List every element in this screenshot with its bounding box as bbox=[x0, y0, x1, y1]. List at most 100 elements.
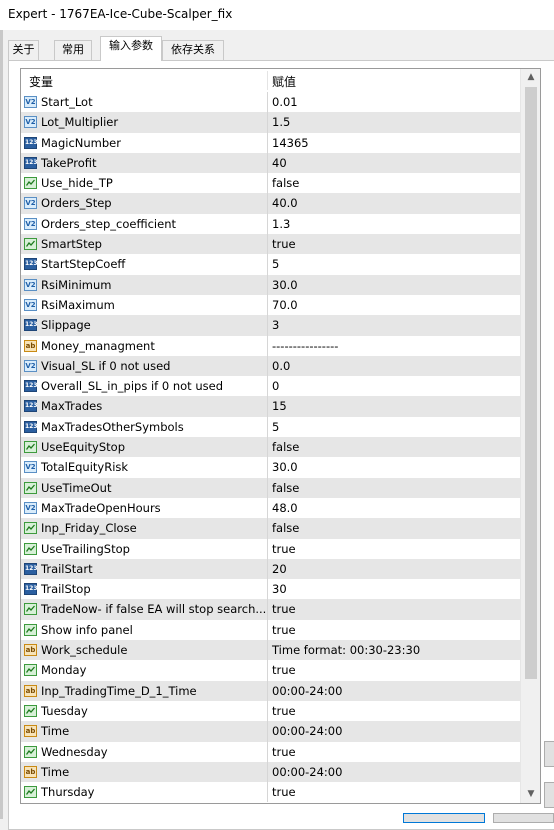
tab-inputs[interactable]: 输入参数 bbox=[100, 36, 162, 61]
param-row[interactable]: V2 Visual_SL if 0 not used 0.0 bbox=[21, 355, 521, 377]
param-value[interactable]: true bbox=[272, 742, 296, 762]
param-value[interactable]: 00:00-24:00 bbox=[272, 721, 342, 741]
column-divider bbox=[267, 558, 268, 580]
param-row[interactable]: UseTrailingStop true bbox=[21, 538, 521, 559]
param-row[interactable]: Inp_Friday_Close false bbox=[21, 518, 521, 539]
tab-dependencies[interactable]: 依存关系 bbox=[162, 40, 224, 60]
param-value[interactable]: false bbox=[272, 437, 299, 457]
param-value[interactable]: 00:00-24:00 bbox=[272, 681, 342, 701]
param-value[interactable]: 00:00-24:00 bbox=[272, 762, 342, 782]
param-value[interactable]: ---------------- bbox=[272, 336, 338, 356]
param-value[interactable]: false bbox=[272, 478, 299, 498]
header-variable[interactable]: 变量 bbox=[29, 73, 53, 90]
param-row[interactable]: V2 Orders_Step 40.0 bbox=[21, 193, 521, 214]
param-row[interactable]: V2 TotalEquityRisk 30.0 bbox=[21, 457, 521, 478]
param-value[interactable]: 3 bbox=[272, 315, 279, 335]
param-value[interactable]: true bbox=[272, 660, 296, 680]
param-row[interactable]: UseEquityStop false bbox=[21, 437, 521, 458]
param-name: MaxTrades bbox=[41, 399, 103, 414]
param-row[interactable]: Monday true bbox=[21, 660, 521, 681]
param-name: TradeNow- if false EA will stop search..… bbox=[41, 602, 267, 617]
vertical-scrollbar[interactable]: ▲ ▼ bbox=[520, 69, 540, 803]
param-row[interactable]: 123 TrailStop 30 bbox=[21, 579, 521, 600]
param-value[interactable]: Time format: 00:30-23:30 bbox=[272, 640, 420, 660]
param-row[interactable]: 123 Slippage 3 bbox=[21, 315, 521, 336]
param-value[interactable]: 70.0 bbox=[272, 295, 298, 315]
param-row[interactable]: V2 Orders_step_coefficient 1.3 bbox=[21, 213, 521, 235]
param-value[interactable]: true bbox=[272, 539, 296, 559]
param-row[interactable]: Tuesday true bbox=[21, 700, 521, 722]
side-button-1[interactable] bbox=[544, 741, 554, 767]
param-row[interactable]: ab Time 00:00-24:00 bbox=[21, 721, 521, 742]
param-value[interactable]: true bbox=[272, 701, 296, 721]
side-button-2[interactable] bbox=[544, 782, 554, 808]
param-value[interactable]: 0.01 bbox=[272, 92, 298, 112]
param-row[interactable]: V2 RsiMaximum 70.0 bbox=[21, 294, 521, 316]
scroll-down-arrow-icon[interactable]: ▼ bbox=[521, 786, 540, 803]
param-name: Lot_Multiplier bbox=[41, 115, 119, 130]
param-row[interactable]: V2 Start_Lot 0.01 bbox=[21, 92, 521, 113]
bool-type-icon bbox=[24, 441, 37, 454]
param-value[interactable]: 30.0 bbox=[272, 275, 298, 295]
param-value[interactable]: 30 bbox=[272, 579, 287, 599]
param-row[interactable]: 123 TrailStart 20 bbox=[21, 558, 521, 580]
param-name: Monday bbox=[41, 663, 87, 678]
param-value[interactable]: true bbox=[272, 782, 296, 802]
param-row[interactable]: ab Money_managment ---------------- bbox=[21, 335, 521, 356]
param-value[interactable]: 1.5 bbox=[272, 112, 290, 132]
param-row[interactable]: 123 MaxTrades 15 bbox=[21, 396, 521, 417]
header-separator[interactable] bbox=[267, 71, 268, 90]
param-name: Money_managment bbox=[41, 338, 155, 353]
param-row[interactable]: 123 MaxTradesOtherSymbols 5 bbox=[21, 416, 521, 438]
tab-about[interactable]: 关于 bbox=[8, 40, 39, 60]
param-value[interactable]: true bbox=[272, 620, 296, 640]
param-value[interactable]: false bbox=[272, 173, 299, 193]
param-value[interactable]: 0 bbox=[272, 376, 279, 396]
column-divider bbox=[267, 660, 268, 681]
param-name: Overall_SL_in_pips if 0 not used bbox=[41, 379, 223, 394]
param-value[interactable]: 40.0 bbox=[272, 193, 298, 213]
column-divider bbox=[267, 680, 268, 701]
param-value[interactable]: 20 bbox=[272, 559, 287, 579]
param-value[interactable]: false bbox=[272, 518, 299, 538]
column-divider bbox=[267, 173, 268, 194]
param-row[interactable]: 123 Overall_SL_in_pips if 0 not used 0 bbox=[21, 376, 521, 397]
param-row[interactable]: ab Work_schedule Time format: 00:30-23:30 bbox=[21, 640, 521, 661]
scroll-thumb[interactable] bbox=[525, 87, 537, 679]
param-value[interactable]: 40 bbox=[272, 153, 287, 173]
column-divider bbox=[267, 518, 268, 539]
param-value[interactable]: 15 bbox=[272, 396, 287, 416]
param-value[interactable]: 48.0 bbox=[272, 498, 298, 518]
header-value[interactable]: 赋值 bbox=[272, 73, 296, 90]
bool-type-icon bbox=[24, 745, 37, 758]
param-value[interactable]: true bbox=[272, 599, 296, 619]
param-row[interactable]: 123 StartStepCoeff 5 bbox=[21, 254, 521, 275]
param-row[interactable]: Use_hide_TP false bbox=[21, 173, 521, 194]
param-row[interactable]: 123 TakeProfit 40 bbox=[21, 152, 521, 174]
cancel-button[interactable] bbox=[493, 813, 554, 823]
param-row[interactable]: V2 RsiMinimum 30.0 bbox=[21, 274, 521, 295]
param-row[interactable]: ab Inp_TradingTime_D_1_Time 00:00-24:00 bbox=[21, 680, 521, 701]
param-value[interactable]: 0.0 bbox=[272, 356, 290, 376]
param-row[interactable]: TradeNow- if false EA will stop search..… bbox=[21, 599, 521, 620]
param-name: RsiMinimum bbox=[41, 277, 112, 292]
param-row[interactable]: V2 MaxTradeOpenHours 48.0 bbox=[21, 497, 521, 519]
scroll-up-arrow-icon[interactable]: ▲ bbox=[521, 69, 540, 86]
param-value[interactable]: 5 bbox=[272, 254, 279, 274]
param-value[interactable]: 5 bbox=[272, 417, 279, 437]
param-name: Work_schedule bbox=[41, 643, 128, 658]
param-row[interactable]: SmartStep true bbox=[21, 234, 521, 255]
tab-common[interactable]: 常用 bbox=[54, 40, 92, 60]
param-row[interactable]: 123 MagicNumber 14365 bbox=[21, 132, 521, 153]
param-row[interactable]: Thursday true bbox=[21, 782, 521, 803]
param-value[interactable]: 1.3 bbox=[272, 214, 290, 234]
param-row[interactable]: Wednesday true bbox=[21, 741, 521, 762]
param-value[interactable]: true bbox=[272, 234, 296, 254]
ok-button[interactable] bbox=[403, 813, 485, 823]
param-value[interactable]: 14365 bbox=[272, 133, 309, 153]
param-row[interactable]: UseTimeOut false bbox=[21, 477, 521, 498]
param-row[interactable]: Show info panel true bbox=[21, 619, 521, 641]
param-row[interactable]: V2 Lot_Multiplier 1.5 bbox=[21, 112, 521, 133]
param-row[interactable]: ab Time 00:00-24:00 bbox=[21, 761, 521, 783]
param-value[interactable]: 30.0 bbox=[272, 457, 298, 477]
